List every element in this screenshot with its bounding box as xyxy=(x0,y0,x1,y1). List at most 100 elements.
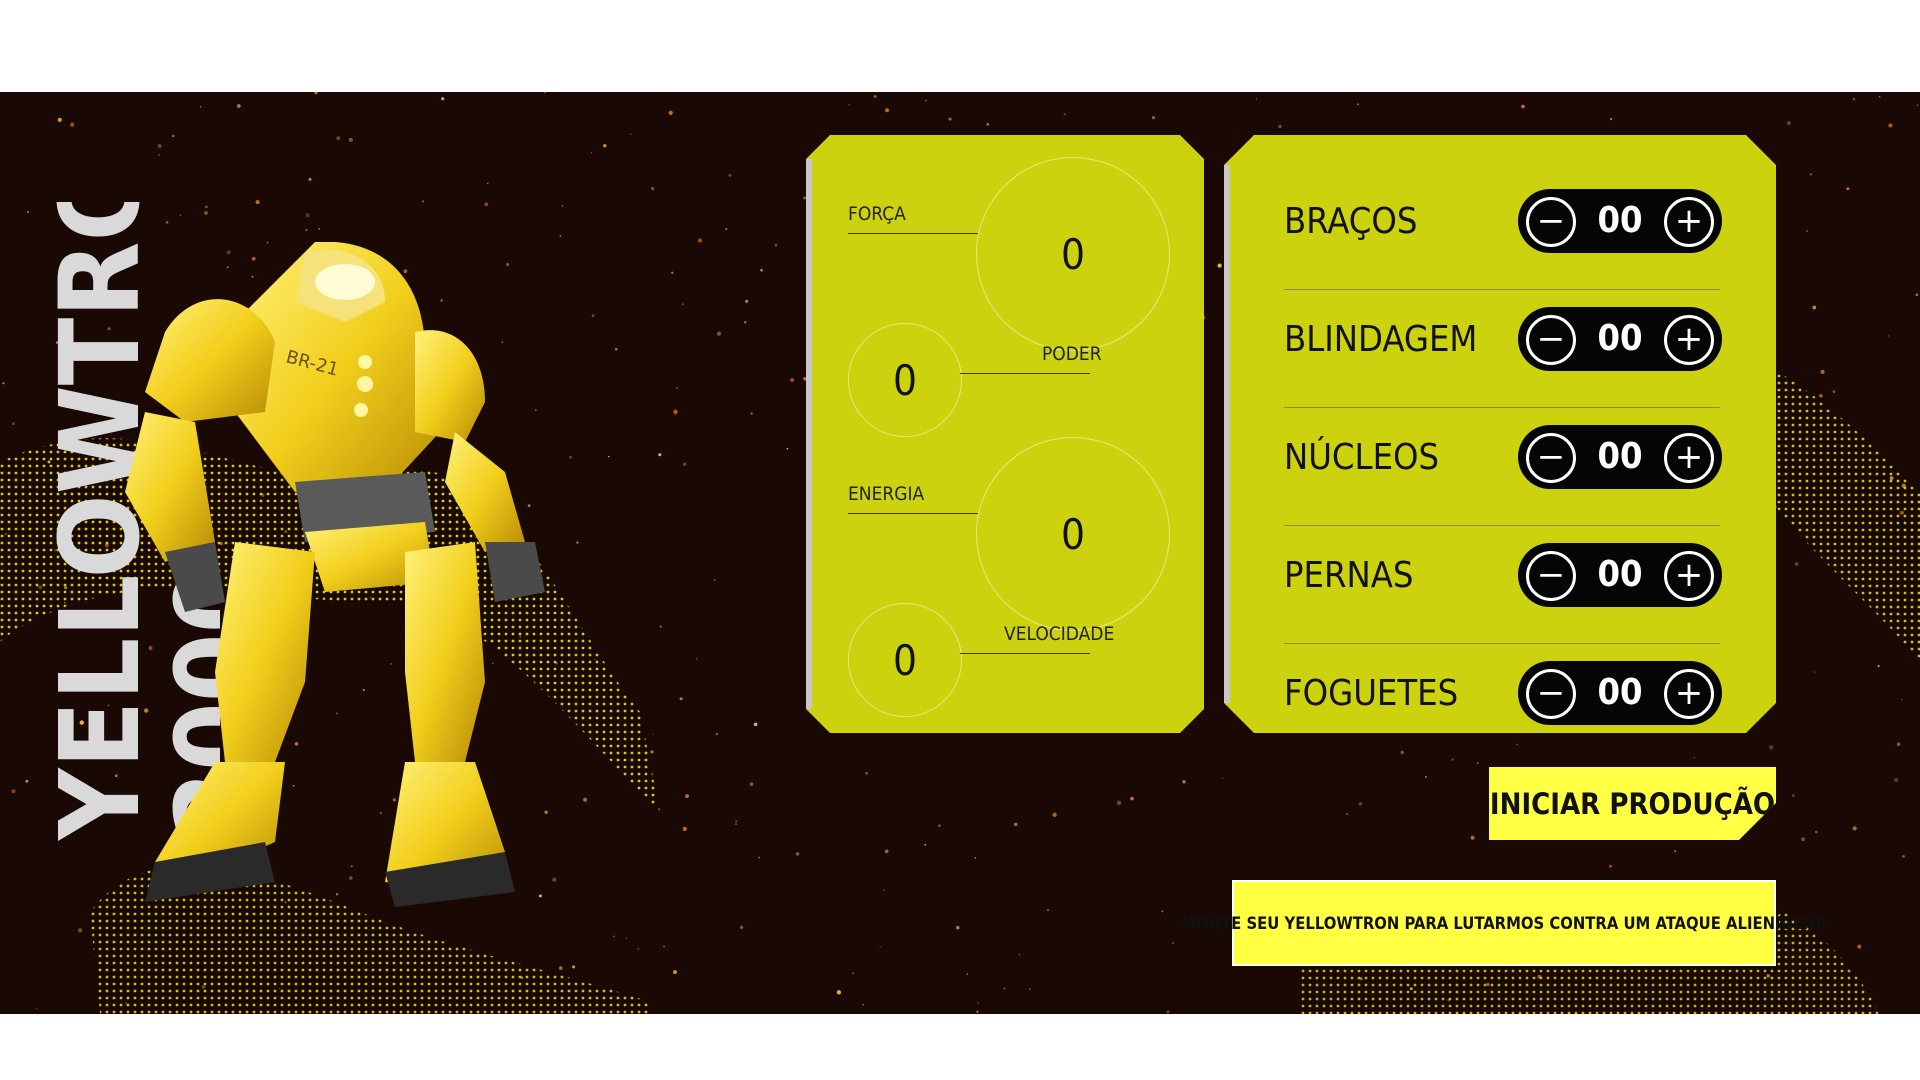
star-dot xyxy=(308,177,312,181)
star-dot xyxy=(966,973,969,976)
divider xyxy=(1284,643,1720,644)
star-dot xyxy=(26,210,30,214)
star-dot xyxy=(157,144,162,149)
divider xyxy=(848,513,978,514)
star-dot xyxy=(1166,1010,1170,1014)
star-dot xyxy=(1003,987,1006,990)
star-dot xyxy=(1809,173,1812,176)
increment-button[interactable]: + xyxy=(1664,551,1714,601)
star-dot xyxy=(1052,812,1057,817)
star-dot xyxy=(318,228,321,230)
stat-label-velocidade: VELOCIDADE xyxy=(1004,623,1115,645)
star-dot xyxy=(1278,124,1282,129)
star-dot xyxy=(786,447,789,450)
star-dot xyxy=(948,117,952,121)
star-dot xyxy=(1063,113,1066,116)
divider xyxy=(848,233,978,234)
star-dot xyxy=(790,378,795,382)
star-dot xyxy=(795,852,800,856)
star-dot xyxy=(630,133,632,135)
star-dot xyxy=(986,123,989,126)
quantity-value: 00 xyxy=(1597,672,1643,713)
star-dot xyxy=(884,849,889,854)
increment-button[interactable]: + xyxy=(1664,433,1714,483)
star-dot xyxy=(158,154,161,156)
star-dot xyxy=(774,243,778,247)
stat-value-poder: 0 xyxy=(848,323,962,437)
quantity-stepper: − 00 + xyxy=(1518,661,1722,725)
star-dot xyxy=(484,202,489,207)
star-dot xyxy=(924,843,927,846)
star-dot xyxy=(883,889,885,891)
stat-label-forca: FORÇA xyxy=(848,203,906,225)
decrement-button[interactable]: − xyxy=(1526,433,1576,483)
star-dot xyxy=(1116,800,1122,805)
divider xyxy=(1284,525,1720,526)
stat-value-velocidade: 0 xyxy=(848,603,962,717)
star-dot xyxy=(1047,909,1049,912)
star-dot xyxy=(70,122,75,127)
quantity-value: 00 xyxy=(1597,318,1643,359)
part-row-blindagem: BLINDAGEM − 00 + xyxy=(1284,291,1722,409)
star-dot xyxy=(873,95,877,98)
divider xyxy=(1284,289,1720,290)
star-dot xyxy=(1161,910,1164,913)
star-dot xyxy=(716,331,722,336)
star-dot xyxy=(171,134,175,138)
star-dot xyxy=(1018,953,1021,956)
decrement-button[interactable]: − xyxy=(1526,669,1576,719)
star-dot xyxy=(559,234,562,237)
star-dot xyxy=(803,196,807,200)
decrement-button[interactable]: − xyxy=(1526,551,1576,601)
star-dot xyxy=(836,990,842,995)
star-dot xyxy=(848,104,850,106)
star-dot xyxy=(1172,942,1174,944)
star-dot xyxy=(255,200,260,205)
star-dot xyxy=(1852,97,1856,101)
panel-edge xyxy=(806,159,812,709)
star-dot xyxy=(852,972,854,975)
decrement-button[interactable]: − xyxy=(1526,197,1576,247)
star-dot xyxy=(977,1002,979,1004)
increment-button[interactable]: + xyxy=(1664,669,1714,719)
star-dot xyxy=(1221,777,1224,780)
decrement-button[interactable]: − xyxy=(1526,315,1576,365)
part-row-bracos: BRAÇOS − 00 + xyxy=(1284,173,1722,291)
star-dot xyxy=(1915,293,1919,297)
quantity-stepper: − 00 + xyxy=(1518,189,1722,253)
increment-button[interactable]: + xyxy=(1664,197,1714,247)
increment-button[interactable]: + xyxy=(1664,315,1714,365)
quantity-stepper: − 00 + xyxy=(1518,425,1722,489)
panel-edge xyxy=(1224,165,1230,703)
start-production-button[interactable]: INICIAR PRODUÇÃO xyxy=(1489,767,1776,840)
star-dot xyxy=(236,104,241,108)
star-dot xyxy=(1182,780,1186,784)
star-dot xyxy=(487,182,489,185)
star-dot xyxy=(1805,230,1808,233)
part-label: BRAÇOS xyxy=(1284,201,1418,242)
star-dot xyxy=(956,926,960,930)
star-dot xyxy=(924,99,927,102)
star-dot xyxy=(1786,121,1791,126)
star-dot xyxy=(543,92,547,94)
star-dot xyxy=(336,136,341,141)
stat-label-energia: ENERGIA xyxy=(848,483,925,505)
star-dot xyxy=(697,238,703,243)
star-dot xyxy=(668,110,673,115)
star-dot xyxy=(1014,822,1018,827)
star-dot xyxy=(885,108,889,113)
mission-message: MONTE SEU YELLOWTRON PARA LUTARMOS CONTR… xyxy=(1181,880,1827,966)
star-dot xyxy=(879,946,881,948)
star-dot xyxy=(725,227,728,231)
star-dot xyxy=(681,303,684,306)
divider xyxy=(960,373,1090,374)
divider xyxy=(1284,407,1720,408)
star-dot xyxy=(348,137,353,142)
star-dot xyxy=(1888,123,1893,128)
star-dot xyxy=(305,228,308,232)
star-dot xyxy=(1029,988,1031,990)
quantity-value: 00 xyxy=(1597,436,1643,477)
star-dot xyxy=(1878,95,1881,98)
star-dot xyxy=(1916,104,1918,106)
stats-panel: FORÇA 0 0 PODER ENERGIA 0 0 VELOCIDADE xyxy=(806,135,1204,733)
